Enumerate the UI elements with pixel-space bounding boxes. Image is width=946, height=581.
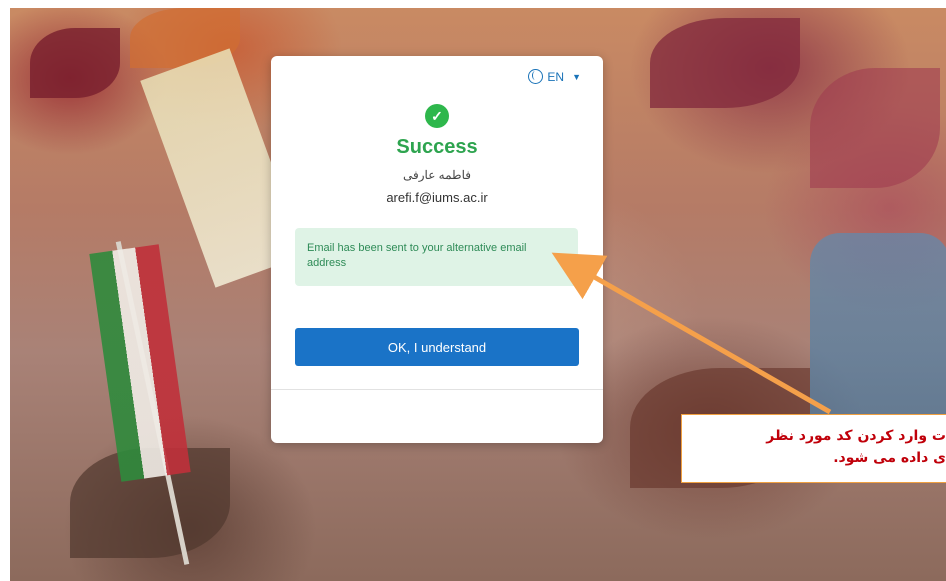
check-circle-icon: ✓ bbox=[425, 104, 449, 128]
leaf-decoration bbox=[30, 28, 120, 98]
university-logo bbox=[810, 233, 946, 433]
chevron-down-icon: ▼ bbox=[572, 71, 581, 82]
user-full-name: فاطمه عارفی bbox=[403, 168, 471, 182]
leaf-decoration bbox=[650, 18, 800, 108]
annotation-line-2: ی داده می شود. bbox=[833, 450, 946, 466]
success-dialog: EN ▼ ✓ Success فاطمه عارفی arefi.f@iums.… bbox=[271, 56, 603, 443]
annotation-line-1: ت وارد کردن کد مورد نظر bbox=[766, 428, 946, 444]
divider bbox=[271, 389, 603, 390]
alert-message: Email has been sent to your alternative … bbox=[307, 242, 527, 269]
globe-icon bbox=[528, 69, 544, 84]
ok-button[interactable]: OK, I understand bbox=[295, 328, 579, 366]
leaf-decoration bbox=[810, 68, 940, 188]
language-selector[interactable]: EN ▼ bbox=[528, 69, 581, 84]
language-label: EN bbox=[547, 69, 565, 84]
annotation-callout: ت وارد کردن کد مورد نظر ی داده می شود. bbox=[681, 414, 946, 483]
dialog-title: Success bbox=[396, 136, 478, 158]
user-email: arefi.f@iums.ac.ir bbox=[386, 190, 488, 205]
iran-flag bbox=[89, 244, 191, 482]
success-alert: Email has been sent to your alternative … bbox=[295, 228, 578, 286]
